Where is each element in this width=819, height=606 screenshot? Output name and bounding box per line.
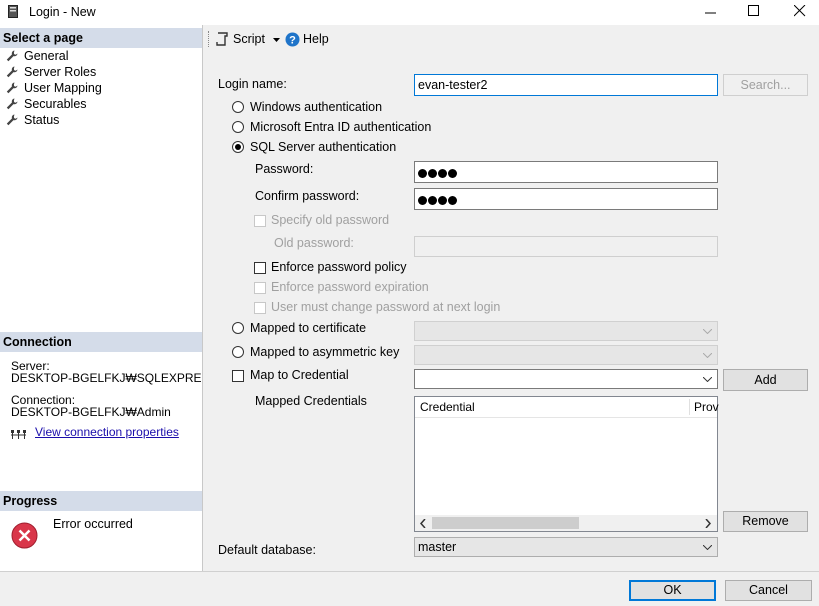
- dialog-footer: OK Cancel: [0, 571, 819, 606]
- map-credential-checkbox[interactable]: [232, 370, 244, 382]
- confirm-password-field[interactable]: [414, 188, 718, 210]
- error-icon: [11, 522, 38, 549]
- enforce-policy-checkbox[interactable]: [254, 262, 266, 274]
- scroll-right-icon[interactable]: [705, 519, 711, 528]
- toolbar: Script ? Help: [203, 25, 819, 55]
- password-field[interactable]: [414, 161, 718, 183]
- column-divider[interactable]: [689, 399, 690, 415]
- must-change-checkbox[interactable]: [254, 302, 266, 314]
- asym-key-dropdown[interactable]: [414, 345, 718, 365]
- horizontal-scrollbar[interactable]: [415, 515, 717, 531]
- old-password-field[interactable]: [414, 236, 718, 257]
- minimize-button[interactable]: [688, 0, 734, 25]
- enforce-expiration-checkbox[interactable]: [254, 282, 266, 294]
- help-icon: ?: [285, 32, 300, 47]
- chevron-down-icon: [703, 545, 712, 550]
- default-database-dropdown[interactable]: master: [414, 537, 718, 557]
- sql-auth-radio[interactable]: [232, 141, 244, 153]
- must-change-label: User must change password at next login: [271, 300, 501, 314]
- wrench-icon: [6, 114, 18, 126]
- chevron-down-icon: [703, 353, 712, 358]
- enforce-policy-label: Enforce password policy: [271, 260, 407, 274]
- mapped-asym-key-radio[interactable]: [232, 346, 244, 358]
- chevron-down-icon: [703, 377, 712, 382]
- progress-status: Error occurred: [53, 517, 133, 531]
- default-database-label: Default database:: [218, 543, 316, 557]
- left-panel: Select a page General Server Roles User …: [0, 25, 203, 571]
- column-header-provider[interactable]: Prov: [694, 400, 719, 414]
- old-password-label: Old password:: [274, 236, 354, 250]
- progress-header: Progress: [0, 491, 202, 511]
- sql-auth-label: SQL Server authentication: [250, 140, 397, 154]
- mapped-asym-key-label: Mapped to asymmetric key: [250, 345, 400, 359]
- wrench-icon: [6, 98, 18, 110]
- view-connection-properties-link[interactable]: View connection properties: [35, 425, 179, 439]
- maximize-icon: [748, 5, 759, 16]
- wrench-icon: [6, 50, 18, 62]
- password-mask: [418, 167, 458, 181]
- remove-credential-button[interactable]: Remove: [723, 511, 808, 532]
- cancel-button[interactable]: Cancel: [725, 580, 812, 601]
- chevron-down-icon: [273, 38, 280, 42]
- server-icon: [8, 5, 18, 18]
- select-page-header: Select a page: [0, 28, 202, 48]
- server-value: DESKTOP-BGELFKJ₩SQLEXPRE: [11, 371, 202, 385]
- specify-old-password-checkbox[interactable]: [254, 215, 266, 227]
- close-icon: [794, 5, 806, 17]
- scrollbar-thumb[interactable]: [432, 517, 579, 529]
- minimize-icon: [705, 12, 716, 14]
- login-name-input[interactable]: evan-tester2: [414, 74, 718, 96]
- connection-properties-icon: [11, 430, 26, 439]
- column-header-credential[interactable]: Credential: [420, 400, 475, 414]
- windows-auth-radio[interactable]: [232, 101, 244, 113]
- search-button[interactable]: Search...: [723, 74, 808, 96]
- credential-dropdown[interactable]: [414, 369, 718, 389]
- toolbar-grip: [208, 31, 211, 47]
- windows-auth-label: Windows authentication: [250, 100, 383, 114]
- title-bar: Login - New: [0, 0, 819, 25]
- enforce-expiration-label: Enforce password expiration: [271, 280, 429, 294]
- mapped-certificate-radio[interactable]: [232, 322, 244, 334]
- add-credential-button[interactable]: Add: [723, 369, 808, 391]
- mapped-certificate-label: Mapped to certificate: [250, 321, 367, 335]
- chevron-down-icon: [703, 329, 712, 334]
- maximize-button[interactable]: [731, 0, 777, 25]
- confirm-password-label: Confirm password:: [255, 189, 360, 203]
- script-icon: [216, 32, 228, 46]
- login-name-label: Login name:: [218, 77, 287, 91]
- ok-button[interactable]: OK: [629, 580, 716, 601]
- confirm-password-mask: [418, 194, 458, 208]
- map-credential-label: Map to Credential: [250, 368, 349, 382]
- svg-text:?: ?: [289, 35, 296, 47]
- entra-auth-radio[interactable]: [232, 121, 244, 133]
- mapped-credentials-list[interactable]: Credential Prov: [414, 396, 719, 532]
- specify-old-password-label: Specify old password: [271, 213, 390, 227]
- entra-auth-label: Microsoft Entra ID authentication: [250, 120, 432, 134]
- connection-header: Connection: [0, 332, 202, 352]
- list-header: Credential Prov: [415, 397, 719, 418]
- password-label: Password:: [255, 162, 314, 176]
- wrench-icon: [6, 66, 18, 78]
- scroll-left-icon[interactable]: [420, 519, 426, 528]
- wrench-icon: [6, 82, 18, 94]
- mapped-credentials-label: Mapped Credentials: [255, 394, 367, 408]
- close-button[interactable]: [776, 0, 819, 25]
- window-title: Login - New: [29, 5, 96, 19]
- connection-value: DESKTOP-BGELFKJ₩Admin: [11, 405, 171, 419]
- certificate-dropdown[interactable]: [414, 321, 718, 341]
